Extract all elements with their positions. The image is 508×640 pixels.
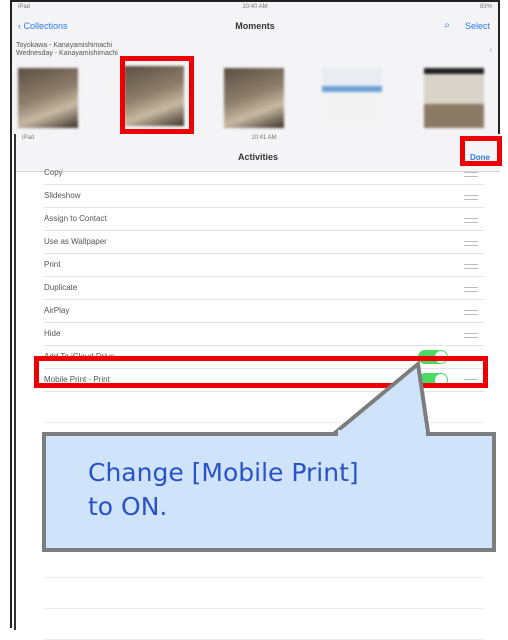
callout-arrow-shape xyxy=(330,360,431,434)
callout-seam xyxy=(338,430,426,438)
callout-line-1: Change [Mobile Print] xyxy=(88,458,359,487)
callout-line-2: to ON. xyxy=(88,492,168,521)
instruction-callout: Change [Mobile Print] to ON. xyxy=(42,432,496,552)
callout-text: Change [Mobile Print] to ON. xyxy=(88,456,359,524)
